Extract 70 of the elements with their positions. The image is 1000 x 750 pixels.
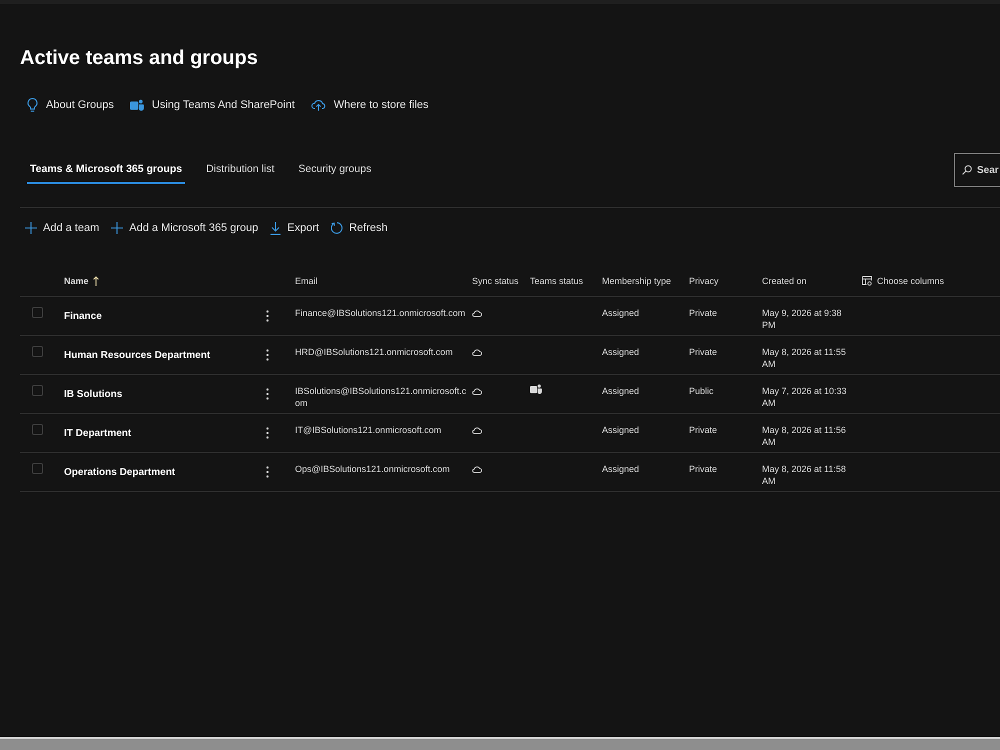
table-cell: Private [689, 463, 718, 475]
checkbox[interactable] [32, 385, 43, 396]
column-header[interactable]: Created on [762, 274, 807, 286]
horizontal-scrollbar[interactable] [0, 737, 1000, 750]
table-cell-text: IT@IBSolutions121.onmicrosoft.com [295, 424, 442, 436]
page-title: Active teams and groups [20, 46, 259, 71]
more-button[interactable] [265, 309, 270, 323]
table-cell-text: Finance@IBSolutions121.onmicrosoft.com [295, 307, 466, 319]
plus-icon [111, 222, 124, 234]
more-button[interactable] [265, 465, 270, 479]
refresh-icon [331, 222, 344, 234]
plus-icon [25, 222, 37, 234]
checkbox[interactable] [32, 463, 43, 474]
column-header[interactable]: Membership type [602, 274, 672, 286]
toolbar-button[interactable]: Export [270, 220, 320, 236]
table-cell: Assigned [602, 463, 640, 475]
column-header[interactable]: Email [295, 274, 318, 286]
checkbox[interactable] [32, 424, 43, 435]
tab[interactable]: Distribution list [203, 162, 278, 184]
column-header[interactable]: Privacy [689, 274, 719, 286]
group-name[interactable]: IT Department [64, 426, 132, 440]
search-icon [962, 165, 972, 175]
lightbulb-icon [27, 98, 38, 112]
toolbar-button[interactable]: Refresh [331, 220, 388, 236]
table-cell: Private [689, 346, 718, 358]
more-button[interactable] [265, 426, 270, 440]
tab[interactable]: Teams & Microsoft 365 groups [27, 162, 186, 184]
vertical-dots-icon [266, 388, 269, 400]
toolbar-button[interactable]: Add a team [25, 220, 100, 236]
table-cell: Assigned [602, 385, 640, 397]
table-cell: Assigned [602, 346, 640, 358]
group-name[interactable]: Human Resources Department [64, 348, 210, 362]
table-cell: Private [689, 424, 718, 436]
search-field[interactable]: Sear [954, 153, 1000, 187]
help-link[interactable]: Using Teams And SharePoint [130, 96, 295, 114]
help-link[interactable]: About Groups [27, 96, 114, 114]
table-cell: Public [689, 385, 714, 397]
table-cell: Assigned [602, 307, 640, 319]
vertical-dots-icon [266, 349, 269, 361]
table-cell-text: May 7, 2026 at 10:33 AM [762, 385, 848, 409]
table-cell-text: May 8, 2026 at 11:55 AM [762, 346, 847, 370]
checkbox[interactable] [32, 307, 43, 318]
more-button[interactable] [265, 348, 270, 362]
people-icon [130, 99, 144, 111]
table-cell: Private [689, 307, 718, 319]
table-cell-text: Ops@IBSolutions121.onmicrosoft.com [295, 463, 451, 475]
download-icon [270, 222, 282, 234]
help-link[interactable]: Where to store files [310, 96, 429, 114]
cloud-upload-icon [310, 99, 326, 111]
table-cell-text: May 8, 2026 at 11:56 AM [762, 424, 847, 448]
group-name[interactable]: Finance [64, 310, 102, 322]
table-cell-text: May 9, 2026 at 9:38 PM [762, 307, 843, 331]
table-settings-icon [862, 276, 872, 286]
group-name[interactable]: Operations Department [64, 466, 176, 478]
column-header[interactable]: Name [64, 274, 99, 286]
choose-columns-button[interactable]: Choose columns [862, 274, 944, 286]
group-name[interactable]: IB Solutions [64, 388, 122, 400]
toolbar-button[interactable]: Add a Microsoft 365 group [111, 220, 258, 236]
vertical-dots-icon [266, 427, 269, 439]
more-button[interactable] [265, 387, 270, 401]
tab[interactable]: Security groups [295, 162, 374, 184]
table-cell-text: May 8, 2026 at 11:58 AM [762, 463, 847, 487]
column-header[interactable]: Teams status [530, 274, 584, 286]
vertical-dots-icon [266, 466, 269, 478]
column-header[interactable]: Sync status [472, 274, 519, 286]
vertical-dots-icon [266, 310, 269, 322]
table-cell: Assigned [602, 424, 640, 436]
table-cell-text: HRD@IBSolutions121.onmicrosoft.com [295, 346, 454, 358]
table-cell: IBSolutions@IBSolutions121.onmicrosoft.com [295, 385, 467, 409]
checkbox[interactable] [32, 346, 43, 357]
